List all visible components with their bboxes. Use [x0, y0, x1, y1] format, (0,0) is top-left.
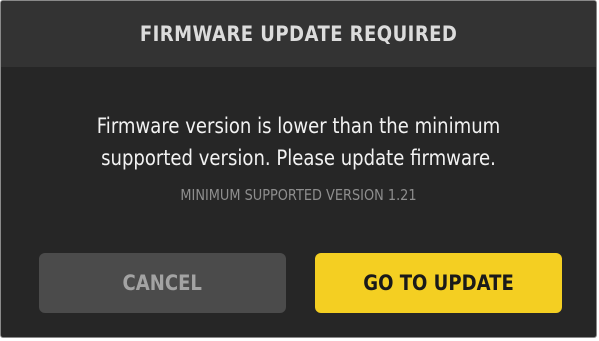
minimum-version-label: MINIMUM SUPPORTED VERSION 1.21	[180, 186, 417, 204]
cancel-button[interactable]: CANCEL	[39, 253, 286, 313]
dialog-message: Firmware version is lower than the minim…	[43, 110, 555, 174]
dialog-message-line-1: Firmware version is lower than the minim…	[96, 114, 501, 138]
go-to-update-button-label: GO TO UPDATE	[363, 271, 514, 295]
dialog-header: FIRMWARE UPDATE REQUIRED	[1, 1, 596, 67]
dialog-message-line-2: supported version. Please update firmwar…	[101, 146, 496, 170]
go-to-update-button[interactable]: GO TO UPDATE	[315, 253, 562, 313]
firmware-update-dialog: FIRMWARE UPDATE REQUIRED Firmware versio…	[0, 0, 597, 338]
dialog-title: FIRMWARE UPDATE REQUIRED	[139, 22, 458, 46]
cancel-button-label: CANCEL	[122, 271, 203, 295]
